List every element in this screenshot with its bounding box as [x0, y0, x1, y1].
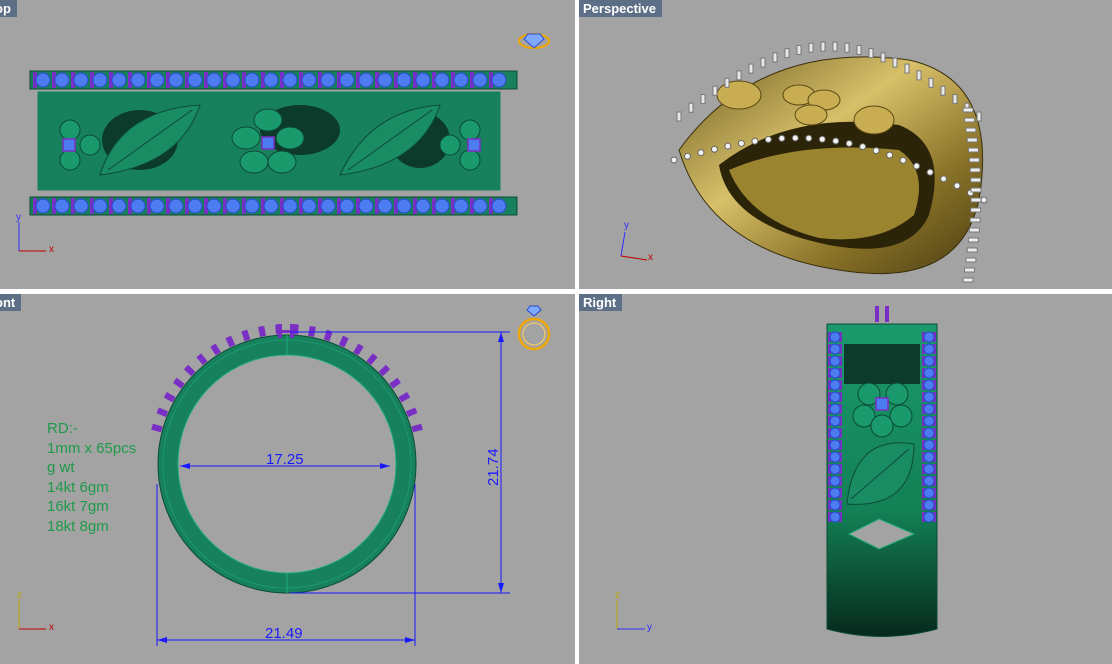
viewport-tab-front[interactable]: ont [0, 294, 22, 311]
stone-row [29, 70, 518, 90]
viewport-top[interactable]: op y x [0, 0, 575, 289]
axis-label-y: y [16, 212, 21, 223]
top-view-drawing [18, 70, 518, 252]
axis-label-x: x [49, 622, 54, 633]
gem-icon[interactable] [516, 28, 552, 52]
note-line: 18kt 8gm [47, 517, 109, 535]
perspective-view-drawing [620, 41, 988, 283]
stone-row [29, 196, 518, 216]
axis-label-y: y [624, 220, 629, 231]
stone-weight-note: RD:- 1mm x 65pcs g wt 14kt 6gm 16kt 7gm … [47, 419, 136, 536]
note-line: 14kt 6gm [47, 478, 109, 496]
axis-label-x: x [49, 244, 54, 255]
note-line: RD:- [47, 420, 78, 437]
dimension-height[interactable]: 21.74 [485, 448, 502, 486]
viewport-tab-top[interactable]: op [0, 0, 17, 17]
note-line: 1mm x 65pcs [47, 439, 137, 457]
axis-label-z: z [615, 590, 620, 601]
dimension-outer-width[interactable]: 21.49 [265, 625, 303, 642]
note-line: 16kt 7gm [47, 498, 109, 515]
axis-label-y: y [647, 622, 652, 633]
note-line: g wt [47, 459, 75, 476]
axis-label-x: x [648, 252, 653, 263]
right-view-drawing [616, 306, 938, 637]
viewport-perspective[interactable]: Perspective y x [579, 0, 1112, 289]
viewport-right[interactable]: Right z y [579, 294, 1112, 664]
dimension-inner-diameter[interactable]: 17.25 [266, 451, 304, 468]
ring-icon[interactable] [516, 304, 552, 354]
viewport-tab-perspective[interactable]: Perspective [579, 0, 662, 17]
viewport-front[interactable]: 17.25 21.49 21.74 ont RD:- 1mm x 65pcs g… [0, 294, 575, 664]
viewport-tab-right[interactable]: Right [579, 294, 623, 311]
axis-label-z: z [17, 590, 22, 601]
